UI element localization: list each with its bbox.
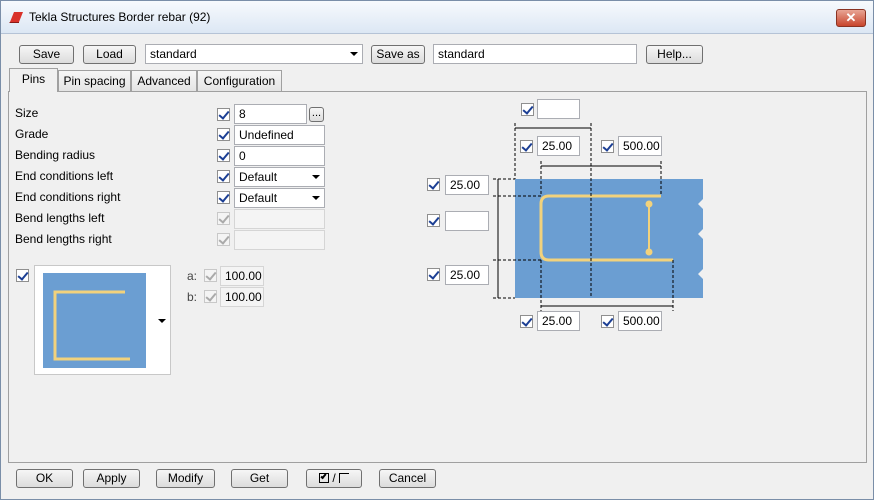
diagram-top-left-checkbox[interactable] (520, 140, 533, 153)
save-button[interactable]: Save (19, 45, 74, 64)
end-conditions-right-checkbox[interactable] (217, 191, 230, 204)
get-button[interactable]: Get (231, 469, 288, 488)
toggle-separator: / (332, 471, 336, 485)
bend-lengths-right-input (234, 230, 325, 250)
tab-pin-spacing[interactable]: Pin spacing (58, 70, 131, 91)
shape-checkbox[interactable] (16, 269, 29, 282)
a-label: a: (187, 269, 198, 283)
chevron-down-icon (350, 52, 358, 56)
tab-pins[interactable]: Pins (9, 68, 58, 92)
end-conditions-left-checkbox[interactable] (217, 170, 230, 183)
save-as-input[interactable]: standard (433, 44, 637, 64)
a-checkbox (204, 269, 217, 282)
load-select[interactable]: standard (145, 44, 363, 64)
diagram-top-right-input[interactable]: 500.00 (618, 136, 662, 156)
checkbox-unchecked-icon (339, 473, 350, 483)
diagram-bottom-right-input[interactable]: 500.00 (618, 311, 662, 331)
diagram-bottom-left-checkbox[interactable] (520, 315, 533, 328)
bending-radius-checkbox[interactable] (217, 149, 230, 162)
load-select-value: standard (150, 47, 197, 61)
end-conditions-right-label: End conditions right (15, 190, 121, 204)
diagram-bottom-right-checkbox[interactable] (601, 315, 614, 328)
bend-lengths-left-input (234, 209, 325, 229)
end-conditions-right-value: Default (239, 191, 278, 205)
help-button[interactable]: Help... (646, 45, 703, 64)
diagram-left-top-checkbox[interactable] (427, 178, 440, 191)
ok-button[interactable]: OK (16, 469, 73, 488)
load-button[interactable]: Load (83, 45, 136, 64)
tab-configuration[interactable]: Configuration (197, 70, 282, 91)
checkbox-checked-icon (318, 472, 329, 483)
diagram-left-bottom-input[interactable]: 25.00 (445, 265, 489, 285)
end-conditions-left-select[interactable]: Default (234, 167, 325, 187)
dimension-mark (645, 248, 653, 256)
bending-radius-input[interactable]: 0 (234, 146, 325, 166)
b-checkbox (204, 290, 217, 303)
tekla-logo-icon (9, 12, 23, 23)
diagram-left-top-input[interactable]: 25.00 (445, 175, 489, 195)
tab-advanced[interactable]: Advanced (131, 70, 197, 91)
grade-label: Grade (15, 127, 49, 141)
grade-input[interactable]: Undefined (234, 125, 325, 145)
b-label: b: (187, 290, 198, 304)
bend-lengths-left-checkbox (217, 212, 230, 225)
size-label: Size (15, 106, 39, 120)
diagram-top-checkbox[interactable] (521, 103, 534, 116)
diagram-bottom-left-input[interactable]: 25.00 (537, 311, 580, 331)
size-input[interactable]: 8 (234, 104, 307, 124)
bend-lengths-left-label: Bend lengths left (15, 211, 105, 225)
cancel-button[interactable]: Cancel (379, 469, 436, 488)
chevron-down-icon[interactable] (158, 319, 166, 323)
window-title: Tekla Structures Border rebar (92) (29, 10, 211, 24)
diagram-left-mid-checkbox[interactable] (427, 214, 440, 227)
end-conditions-right-select[interactable]: Default (234, 188, 325, 208)
b-input: 100.00 (220, 287, 264, 307)
chevron-down-icon (312, 196, 320, 200)
shape-picker[interactable] (34, 265, 171, 375)
end-conditions-left-value: Default (239, 170, 278, 184)
toggle-all-button[interactable]: / (306, 469, 362, 488)
shape-preview (43, 273, 146, 368)
dimension-mark (645, 200, 653, 208)
size-checkbox[interactable] (217, 108, 230, 121)
close-button[interactable]: ✕ (836, 9, 866, 27)
bend-lengths-right-label: Bend lengths right (15, 232, 112, 246)
close-icon: ✕ (845, 10, 857, 25)
diagram-top-input[interactable] (537, 99, 580, 119)
dialog-window: Tekla Structures Border rebar (92) ✕ Sav… (0, 0, 874, 500)
size-browse-button[interactable]: ... (309, 107, 324, 122)
a-input: 100.00 (220, 266, 264, 286)
save-as-button[interactable]: Save as (371, 45, 425, 64)
diagram-top-left-input[interactable]: 25.00 (537, 136, 580, 156)
chevron-down-icon (312, 175, 320, 179)
modify-button[interactable]: Modify (156, 469, 215, 488)
end-conditions-left-label: End conditions left (15, 169, 114, 183)
apply-button[interactable]: Apply (83, 469, 140, 488)
diagram-left-mid-input[interactable] (445, 211, 489, 231)
diagram-left-bottom-checkbox[interactable] (427, 268, 440, 281)
bending-radius-label: Bending radius (15, 148, 96, 162)
grade-checkbox[interactable] (217, 128, 230, 141)
bend-lengths-right-checkbox (217, 233, 230, 246)
title-bar: Tekla Structures Border rebar (92) ✕ (1, 1, 873, 34)
diagram-top-right-checkbox[interactable] (601, 140, 614, 153)
